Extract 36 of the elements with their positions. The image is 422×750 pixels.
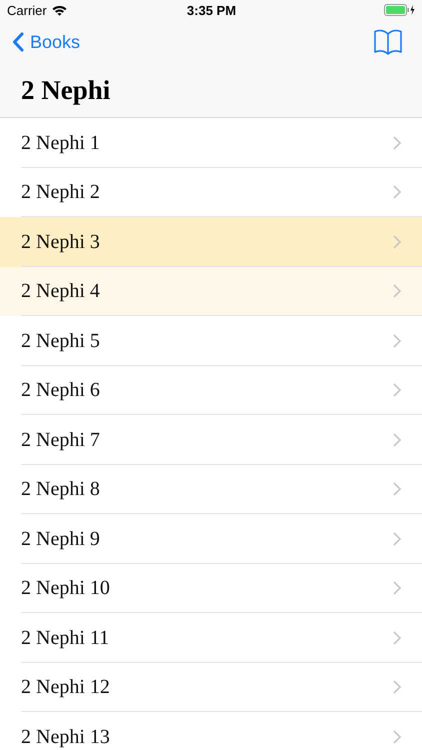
chapter-label: 2 Nephi 10 [21,577,110,600]
page-title: 2 Nephi [20,74,112,107]
chevron-right-icon [393,680,401,694]
chevron-right-icon [393,630,401,645]
chapter-row[interactable]: 2 Nephi 4 [0,266,422,316]
chevron-right-icon [393,383,401,398]
chevron-right-icon [393,581,401,596]
chevron-right-icon [393,185,401,200]
battery-icon [384,4,416,16]
chapter-label: 2 Nephi 6 [21,379,100,402]
chapter-label: 2 Nephi 1 [21,132,100,154]
chapter-label: 2 Nephi 7 [21,428,100,451]
chevron-right-icon [393,234,401,249]
chapter-label: 2 Nephi 2 [21,181,100,204]
chevron-right-icon [393,284,401,298]
book-icon[interactable] [374,29,402,55]
chapter-label: 2 Nephi 12 [21,676,110,698]
chapter-label: 2 Nephi 13 [21,726,110,748]
chapter-label: 2 Nephi 4 [21,280,100,302]
wifi-icon [52,4,67,16]
chevron-right-icon [393,334,401,348]
chapter-label: 2 Nephi 3 [21,230,100,253]
chevron-right-icon [393,432,401,447]
chapter-label: 2 Nephi 11 [21,626,110,649]
chevron-right-icon [393,730,401,744]
chevron-right-icon [393,532,401,546]
chapter-label: 2 Nephi 8 [21,478,100,500]
chapter-row[interactable]: 2 Nephi 3 [0,217,422,266]
back-button[interactable]: Books [12,32,80,52]
chapter-label: 2 Nephi 5 [21,330,100,352]
chevron-left-icon [12,32,24,52]
chevron-right-icon [393,136,401,150]
chapter-label: 2 Nephi 9 [21,528,100,550]
carrier-name: Carrier [7,2,47,18]
status-time: 3:35 PM [186,2,236,18]
chevron-right-icon [393,482,401,496]
